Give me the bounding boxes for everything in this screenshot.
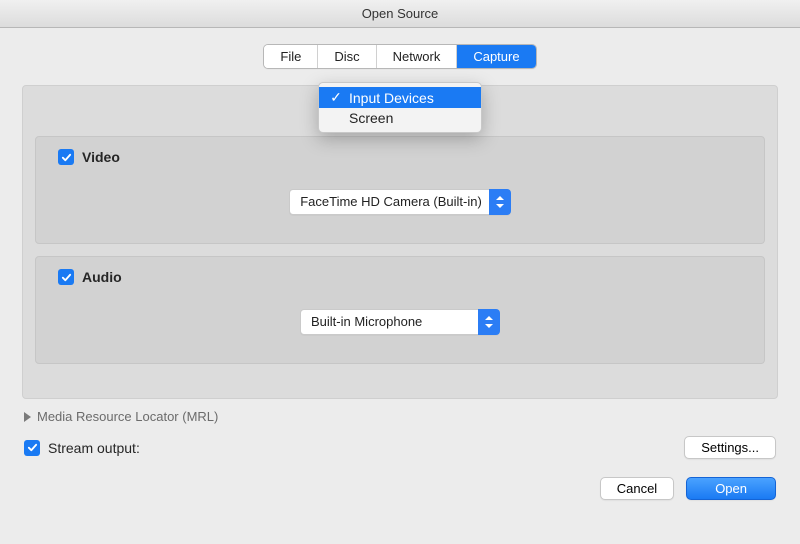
tab-disc[interactable]: Disc <box>318 45 376 68</box>
updown-icon <box>478 309 500 335</box>
mrl-label: Media Resource Locator (MRL) <box>37 409 218 424</box>
audio-checkbox[interactable] <box>58 269 74 285</box>
mrl-disclosure[interactable]: Media Resource Locator (MRL) <box>22 409 778 424</box>
disclosure-triangle-icon <box>24 412 31 422</box>
tab-file[interactable]: File <box>264 45 318 68</box>
check-icon: ✓ <box>329 89 343 106</box>
settings-button[interactable]: Settings... <box>684 436 776 459</box>
video-device-select[interactable]: FaceTime HD Camera (Built-in) <box>289 189 511 215</box>
dropdown-item-label: Screen <box>349 110 393 126</box>
dialog-content: File Disc Network Capture Video FaceTime… <box>0 28 800 514</box>
open-button[interactable]: Open <box>686 477 776 500</box>
audio-device-select[interactable]: Built-in Microphone <box>300 309 500 335</box>
updown-icon <box>489 189 511 215</box>
cancel-button[interactable]: Cancel <box>600 477 674 500</box>
video-header: Video <box>58 149 752 165</box>
dropdown-item-screen[interactable]: Screen <box>319 108 481 128</box>
capture-mode-dropdown: ✓ Input Devices Screen <box>318 82 482 133</box>
video-checkbox[interactable] <box>58 149 74 165</box>
source-segmented-control: File Disc Network Capture <box>263 44 536 69</box>
audio-device-value: Built-in Microphone <box>300 309 500 335</box>
video-device-value: FaceTime HD Camera (Built-in) <box>289 189 511 215</box>
video-label: Video <box>82 149 120 165</box>
dropdown-item-input-devices[interactable]: ✓ Input Devices <box>319 87 481 108</box>
window-titlebar: Open Source <box>0 0 800 28</box>
video-section: Video FaceTime HD Camera (Built-in) <box>35 136 765 244</box>
window-title: Open Source <box>362 6 439 21</box>
stream-output-checkbox[interactable] <box>24 440 40 456</box>
check-icon <box>27 442 38 453</box>
check-icon <box>61 272 72 283</box>
dialog-bottom: Stream output: Settings... Cancel Open <box>22 436 778 514</box>
dropdown-item-label: Input Devices <box>349 90 434 106</box>
audio-header: Audio <box>58 269 752 285</box>
source-tab-bar: File Disc Network Capture <box>22 44 778 69</box>
audio-section: Audio Built-in Microphone <box>35 256 765 364</box>
tab-network[interactable]: Network <box>377 45 458 68</box>
stream-output-label: Stream output: <box>48 440 140 456</box>
check-icon <box>61 152 72 163</box>
tab-capture[interactable]: Capture <box>457 45 535 68</box>
audio-label: Audio <box>82 269 122 285</box>
